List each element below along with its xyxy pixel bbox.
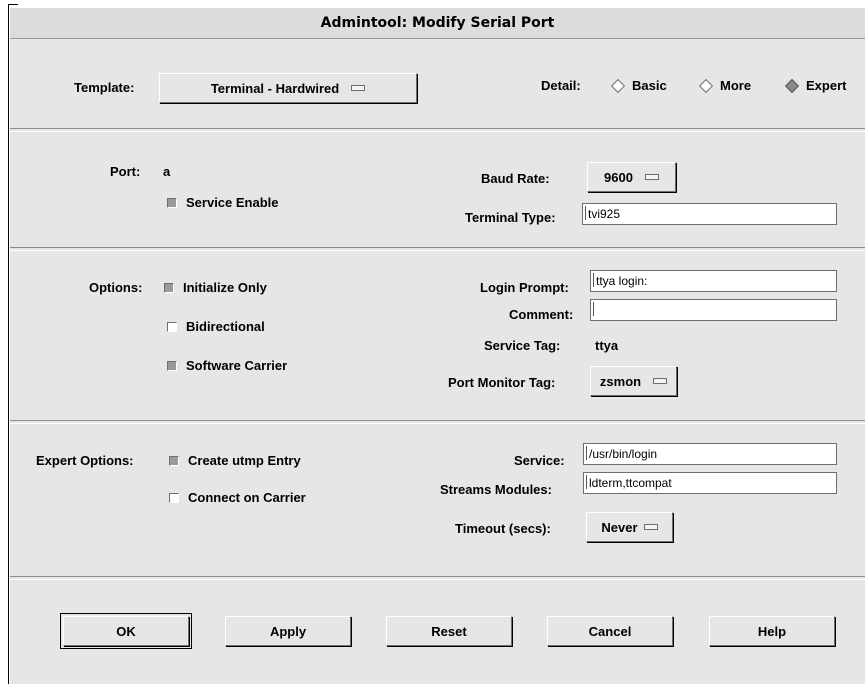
login-prompt-value: ttya login: <box>596 274 648 288</box>
reset-button-label: Reset <box>431 623 467 639</box>
service-field[interactable]: /usr/bin/login <box>583 443 837 465</box>
create-utmp-label: Create utmp Entry <box>188 453 301 468</box>
checkbox-unchecked-icon <box>167 321 177 332</box>
text-cursor <box>593 302 594 316</box>
detail-more-label: More <box>720 78 752 93</box>
streams-modules-label: Streams Modules: <box>440 482 552 497</box>
baud-rate-menu-button[interactable]: 9600 <box>587 162 676 192</box>
comment-label: Comment: <box>509 307 574 322</box>
radio-diamond-icon <box>610 78 626 93</box>
apply-button-label: Apply <box>269 623 307 639</box>
port-monitor-tag-menu-button[interactable]: zsmon <box>590 366 677 396</box>
ok-button[interactable]: OK <box>60 613 192 649</box>
port-value: a <box>163 164 171 179</box>
connect-on-carrier-label: Connect on Carrier <box>188 490 306 505</box>
radio-diamond-icon <box>698 78 714 93</box>
streams-modules-value: ldterm,ttcompat <box>589 476 672 490</box>
menu-indicator-icon <box>643 524 658 530</box>
window-border <box>8 4 9 684</box>
create-utmp-checkbox[interactable]: Create utmp Entry <box>169 453 301 468</box>
checkbox-unchecked-icon <box>169 492 179 503</box>
separator <box>10 420 865 424</box>
detail-radio-basic[interactable]: Basic <box>610 78 667 93</box>
software-carrier-label: Software Carrier <box>186 358 288 373</box>
cancel-button[interactable]: Cancel <box>547 616 673 646</box>
template-label: Template: <box>74 80 135 95</box>
radio-diamond-selected-icon <box>784 78 800 93</box>
service-label: Service: <box>514 453 565 468</box>
detail-basic-label: Basic <box>632 78 667 93</box>
software-carrier-checkbox[interactable]: Software Carrier <box>167 358 287 373</box>
connect-on-carrier-checkbox[interactable]: Connect on Carrier <box>169 490 306 505</box>
separator <box>10 128 865 132</box>
checkbox-checked-icon <box>167 197 177 208</box>
help-button[interactable]: Help <box>709 616 835 646</box>
service-tag-value: ttya <box>595 338 619 353</box>
separator <box>10 576 865 580</box>
terminal-type-label: Terminal Type: <box>465 210 556 225</box>
text-cursor <box>586 446 587 460</box>
text-cursor <box>593 273 594 287</box>
menu-indicator-icon <box>653 378 668 384</box>
detail-label: Detail: <box>541 78 581 93</box>
window-title: Admintool: Modify Serial Port <box>320 15 555 31</box>
streams-modules-field[interactable]: ldterm,ttcompat <box>583 472 837 494</box>
port-monitor-tag-value: zsmon <box>599 373 642 389</box>
timeout-menu-button[interactable]: Never <box>586 512 673 542</box>
options-label: Options: <box>89 280 143 295</box>
checkbox-checked-icon <box>169 455 179 466</box>
detail-radio-expert[interactable]: Expert <box>784 78 847 93</box>
baud-rate-label: Baud Rate: <box>481 171 550 186</box>
text-cursor <box>586 475 587 489</box>
ok-button-label: OK <box>116 623 136 639</box>
checkbox-checked-icon <box>167 360 177 371</box>
bidirectional-label: Bidirectional <box>186 319 265 334</box>
template-value: Terminal - Hardwired <box>210 80 340 96</box>
baud-rate-value: 9600 <box>604 169 633 185</box>
apply-button[interactable]: Apply <box>225 616 351 646</box>
menu-indicator-icon <box>644 174 659 180</box>
port-monitor-tag-label: Port Monitor Tag: <box>448 375 556 390</box>
expert-options-label: Expert Options: <box>36 453 134 468</box>
text-cursor <box>585 206 586 220</box>
reset-button[interactable]: Reset <box>386 616 512 646</box>
help-button-label: Help <box>757 623 787 639</box>
service-enable-checkbox[interactable]: Service Enable <box>167 195 279 210</box>
timeout-label: Timeout (secs): <box>455 521 551 536</box>
separator <box>10 247 865 251</box>
initialize-only-label: Initialize Only <box>183 280 267 295</box>
window-corner <box>8 4 18 5</box>
terminal-type-field[interactable]: tvi925 <box>582 203 837 225</box>
login-prompt-label: Login Prompt: <box>480 280 569 295</box>
cancel-button-label: Cancel <box>588 623 632 639</box>
detail-radio-more[interactable]: More <box>698 78 752 93</box>
bidirectional-checkbox[interactable]: Bidirectional <box>167 319 265 334</box>
template-menu-button[interactable]: Terminal - Hardwired <box>159 73 417 103</box>
service-enable-label: Service Enable <box>186 195 279 210</box>
comment-field[interactable] <box>590 299 837 321</box>
service-tag-label: Service Tag: <box>484 338 561 353</box>
port-label: Port: <box>110 164 141 179</box>
timeout-value: Never <box>601 519 638 535</box>
service-value: /usr/bin/login <box>589 447 658 461</box>
detail-expert-label: Expert <box>806 78 847 93</box>
initialize-only-checkbox[interactable]: Initialize Only <box>164 280 267 295</box>
login-prompt-field[interactable]: ttya login: <box>590 270 837 292</box>
terminal-type-value: tvi925 <box>588 207 621 221</box>
dialog-body <box>10 39 865 684</box>
menu-indicator-icon <box>351 85 366 91</box>
checkbox-checked-icon <box>164 282 174 293</box>
title-bar[interactable]: Admintool: Modify Serial Port <box>10 8 865 39</box>
